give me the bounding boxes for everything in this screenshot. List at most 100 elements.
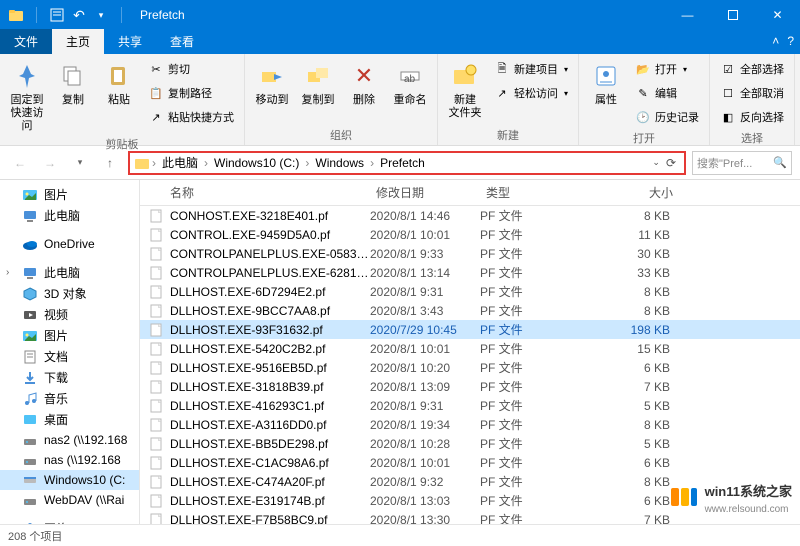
- file-row[interactable]: DLLHOST.EXE-5420C2B2.pf2020/8/1 10:01PF …: [140, 339, 800, 358]
- nav-item[interactable]: 音乐: [0, 388, 139, 409]
- nav-item[interactable]: nas (\\192.168: [0, 450, 139, 470]
- nav-item[interactable]: ›此电脑: [0, 262, 139, 283]
- column-type[interactable]: 类型: [480, 180, 580, 205]
- select-none-icon: ☐: [720, 85, 736, 101]
- file-row[interactable]: DLLHOST.EXE-9516EB5D.pf2020/8/1 10:20PF …: [140, 358, 800, 377]
- minimize-button[interactable]: —: [665, 0, 710, 30]
- file-row[interactable]: DLLHOST.EXE-BB5DE298.pf2020/8/1 10:28PF …: [140, 434, 800, 453]
- expand-icon[interactable]: ›: [6, 523, 16, 524]
- help-icon[interactable]: ?: [787, 34, 794, 48]
- copy-path-button[interactable]: 📋复制路径: [144, 82, 238, 104]
- edit-button[interactable]: ✎编辑: [631, 82, 703, 104]
- nav-back-button[interactable]: ←: [8, 151, 32, 175]
- select-all-button[interactable]: ☑全部选择: [716, 58, 788, 80]
- nav-item[interactable]: ›网络: [0, 518, 139, 524]
- tab-home[interactable]: 主页: [52, 29, 104, 54]
- status-bar: 208 个项目: [0, 524, 800, 546]
- nav-up-button[interactable]: ↑: [98, 151, 122, 175]
- file-row[interactable]: DLLHOST.EXE-31818B39.pf2020/8/1 13:09PF …: [140, 377, 800, 396]
- breadcrumb-item[interactable]: Windows: [311, 156, 368, 170]
- breadcrumb-bar[interactable]: › 此电脑 › Windows10 (C:) › Windows › Prefe…: [128, 151, 686, 175]
- shortcut-icon: ↗: [148, 109, 164, 125]
- breadcrumb-item[interactable]: 此电脑: [158, 154, 202, 171]
- paste-button[interactable]: 粘贴: [98, 56, 140, 107]
- nav-item[interactable]: 下载: [0, 367, 139, 388]
- nav-item[interactable]: OneDrive: [0, 234, 139, 254]
- delete-button[interactable]: ✕删除: [343, 56, 385, 107]
- rename-button[interactable]: ab重命名: [389, 56, 431, 107]
- file-row[interactable]: DLLHOST.EXE-9BCC7AA8.pf2020/8/1 3:43PF 文…: [140, 301, 800, 320]
- select-none-button[interactable]: ☐全部取消: [716, 82, 788, 104]
- history-button[interactable]: 🕑历史记录: [631, 106, 703, 128]
- close-button[interactable]: ✕: [755, 0, 800, 30]
- file-row[interactable]: CONHOST.EXE-3218E401.pf2020/8/1 14:46PF …: [140, 206, 800, 225]
- new-folder-button[interactable]: 新建 文件夹: [444, 56, 486, 120]
- cut-button[interactable]: ✂剪切: [144, 58, 238, 80]
- paste-shortcut-button[interactable]: ↗粘贴快捷方式: [144, 106, 238, 128]
- copy-to-button[interactable]: 复制到: [297, 56, 339, 107]
- copy-button[interactable]: 复制: [52, 56, 94, 107]
- desktop-icon: [22, 412, 38, 428]
- file-row[interactable]: CONTROLPANELPLUS.EXE-058345E6....2020/8/…: [140, 244, 800, 263]
- nav-item[interactable]: 3D 对象: [0, 283, 139, 304]
- easy-access-button[interactable]: ↗轻松访问▾: [490, 82, 572, 104]
- tab-file[interactable]: 文件: [0, 29, 52, 54]
- file-row[interactable]: DLLHOST.EXE-6D7294E2.pf2020/8/1 9:31PF 文…: [140, 282, 800, 301]
- undo-icon[interactable]: ↶: [71, 7, 87, 23]
- file-name: DLLHOST.EXE-9BCC7AA8.pf: [170, 304, 370, 318]
- column-name[interactable]: 名称: [140, 180, 370, 205]
- nav-item[interactable]: 图片: [0, 184, 139, 205]
- history-icon: 🕑: [635, 109, 651, 125]
- chevron-right-icon[interactable]: ›: [370, 156, 374, 170]
- file-row[interactable]: CONTROL.EXE-9459D5A0.pf2020/8/1 10:01PF …: [140, 225, 800, 244]
- tab-share[interactable]: 共享: [104, 29, 156, 54]
- nav-item[interactable]: 视频: [0, 304, 139, 325]
- nav-recent-button[interactable]: ▾: [68, 151, 92, 175]
- file-row[interactable]: DLLHOST.EXE-A3116DD0.pf2020/8/1 19:34PF …: [140, 415, 800, 434]
- chevron-right-icon[interactable]: ›: [204, 156, 208, 170]
- file-name: CONTROLPANELPLUS.EXE-058345E6....: [170, 247, 370, 261]
- breadcrumb-item[interactable]: Prefetch: [376, 156, 429, 170]
- nav-item[interactable]: 此电脑: [0, 205, 139, 226]
- properties-button[interactable]: 属性: [585, 56, 627, 107]
- breadcrumb-item[interactable]: Windows10 (C:): [210, 156, 303, 170]
- column-date[interactable]: 修改日期: [370, 180, 480, 205]
- maximize-button[interactable]: [710, 0, 755, 30]
- column-size[interactable]: 大小: [580, 180, 680, 205]
- nav-item[interactable]: 图片: [0, 325, 139, 346]
- new-item-button[interactable]: 🗎新建项目▾: [490, 58, 572, 80]
- file-date: 2020/8/1 10:01: [370, 228, 480, 242]
- file-icon: [148, 474, 164, 490]
- file-row[interactable]: DLLHOST.EXE-C1AC98A6.pf2020/8/1 10:01PF …: [140, 453, 800, 472]
- open-button[interactable]: 📂打开▾: [631, 58, 703, 80]
- chevron-right-icon[interactable]: ›: [305, 156, 309, 170]
- nav-item[interactable]: WebDAV (\\Rai: [0, 490, 139, 510]
- search-input[interactable]: 搜索"Pref... 🔍: [692, 151, 792, 175]
- refresh-icon[interactable]: ⟳: [666, 156, 676, 170]
- address-dropdown-icon[interactable]: ⌄: [652, 157, 660, 168]
- nav-item[interactable]: Windows10 (C:: [0, 470, 139, 490]
- chevron-right-icon[interactable]: ›: [152, 156, 156, 170]
- file-row[interactable]: DLLHOST.EXE-93F31632.pf2020/7/29 10:45PF…: [140, 320, 800, 339]
- column-headers[interactable]: 名称 修改日期 类型 大小: [140, 180, 800, 206]
- nav-item[interactable]: 文档: [0, 346, 139, 367]
- nav-forward-button[interactable]: →: [38, 151, 62, 175]
- invert-selection-button[interactable]: ◧反向选择: [716, 106, 788, 128]
- qat-dropdown-icon[interactable]: ▾: [93, 7, 109, 23]
- navigation-pane[interactable]: 图片此电脑OneDrive›此电脑3D 对象视频图片文档下载音乐桌面nas2 (…: [0, 180, 140, 524]
- nav-item-label: 文档: [44, 348, 68, 365]
- ribbon-collapse-icon[interactable]: ˄: [772, 34, 779, 48]
- properties-icon[interactable]: [49, 7, 65, 23]
- file-size: 5 KB: [580, 399, 670, 413]
- file-type: PF 文件: [480, 454, 580, 471]
- nav-item[interactable]: 桌面: [0, 409, 139, 430]
- file-row[interactable]: DLLHOST.EXE-416293C1.pf2020/8/1 9:31PF 文…: [140, 396, 800, 415]
- expand-icon[interactable]: ›: [6, 267, 16, 278]
- file-name: DLLHOST.EXE-6D7294E2.pf: [170, 285, 370, 299]
- pin-button[interactable]: 固定到 快速访问: [6, 56, 48, 134]
- nav-item[interactable]: nas2 (\\192.168: [0, 430, 139, 450]
- tab-view[interactable]: 查看: [156, 29, 208, 54]
- move-to-button[interactable]: 移动到: [251, 56, 293, 107]
- file-row[interactable]: CONTROLPANELPLUS.EXE-62816286....2020/8/…: [140, 263, 800, 282]
- file-list[interactable]: CONHOST.EXE-3218E401.pf2020/8/1 14:46PF …: [140, 206, 800, 524]
